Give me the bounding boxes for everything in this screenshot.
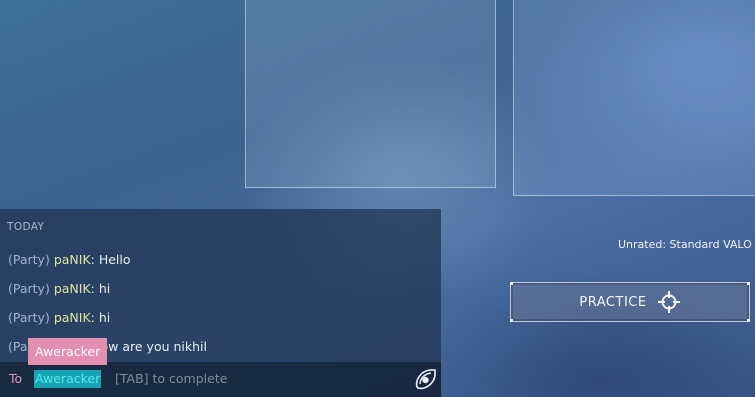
- corner-mark: [510, 282, 513, 285]
- message-channel: (Pa: [8, 339, 28, 354]
- corner-mark: [747, 319, 750, 322]
- message-text: hi: [98, 281, 111, 296]
- autocomplete-suggestion[interactable]: Aweracker: [28, 338, 108, 365]
- chat-day-label: TODAY: [7, 221, 45, 233]
- message-text: Hello: [98, 252, 131, 267]
- chat-input-hint: [TAB] to complete: [115, 371, 228, 386]
- chat-recipient[interactable]: Aweracker: [34, 370, 102, 388]
- chat-message: (Party) paNIK: hi: [8, 281, 111, 296]
- chat-input-bar[interactable]: To Aweracker [TAB] to complete: [0, 362, 441, 397]
- content-panel-right[interactable]: [513, 0, 755, 196]
- message-channel: (Party): [8, 252, 50, 267]
- message-sender[interactable]: paNIK: [54, 281, 91, 296]
- corner-mark: [747, 282, 750, 285]
- chat-to-label: To: [9, 371, 23, 386]
- chat-message: (Party) paNIK: Hello: [8, 252, 131, 267]
- send-icon[interactable]: [412, 366, 439, 393]
- crosshair-icon: [657, 291, 680, 313]
- practice-button[interactable]: PRACTICE: [510, 282, 750, 322]
- corner-mark: [510, 319, 513, 322]
- message-channel: (Party): [8, 310, 50, 325]
- mode-label: Unrated: Standard VALO: [618, 238, 752, 251]
- message-sender[interactable]: paNIK: [54, 310, 91, 325]
- practice-button-label: PRACTICE: [579, 294, 647, 310]
- content-panel-left[interactable]: [245, 0, 496, 188]
- chat-message: (Party) paNIK: hi: [8, 310, 111, 325]
- message-text: ow are you nikhil: [100, 339, 207, 354]
- message-channel: (Party): [8, 281, 50, 296]
- message-sender[interactable]: paNIK: [54, 252, 91, 267]
- message-text: hi: [98, 310, 111, 325]
